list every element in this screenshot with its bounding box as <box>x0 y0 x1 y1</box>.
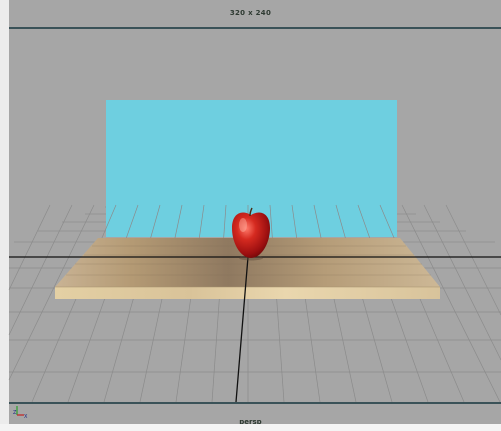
axis-z-label: Z <box>13 410 17 416</box>
viewport-bottom-border <box>0 424 501 431</box>
table-front-edge <box>55 287 440 299</box>
viewport-bottom-line <box>9 402 501 404</box>
axis-indicator-icon: Z X <box>13 406 28 418</box>
scene-render[interactable] <box>0 0 501 431</box>
perspective-viewport[interactable]: 320 x 240 Z X persp <box>0 0 501 431</box>
